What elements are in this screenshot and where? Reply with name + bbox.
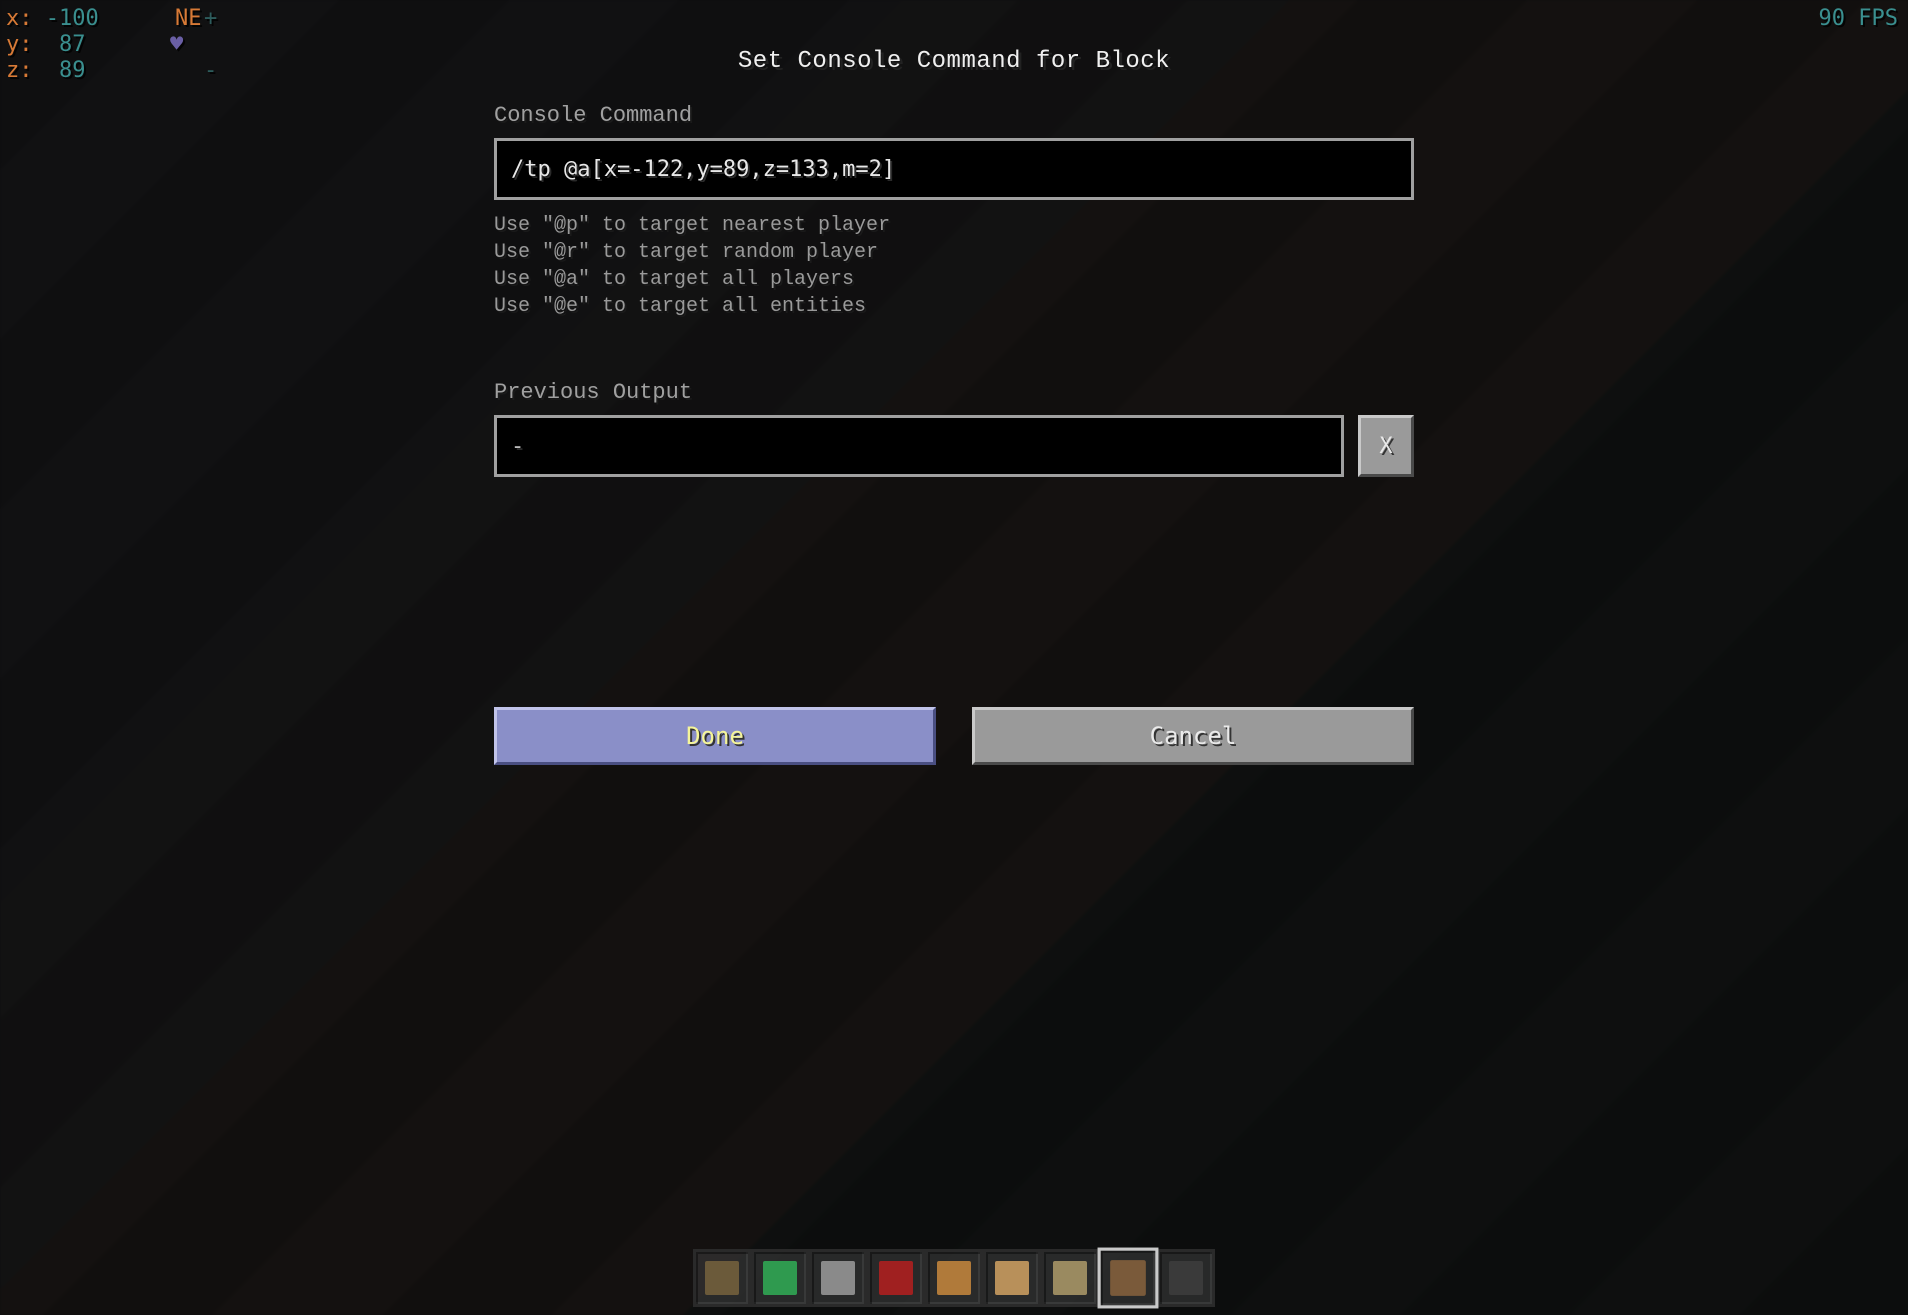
- hotbar-slot-command-block[interactable]: [925, 1249, 983, 1307]
- hotbar-slot-redstone[interactable]: [867, 1249, 925, 1307]
- dialog-title: Set Console Command for Block: [494, 48, 1414, 75]
- command-block-dialog: Set Console Command for Block Console Co…: [494, 48, 1414, 765]
- hud-fps: 90 FPS: [1819, 6, 1898, 32]
- previous-output-field: [494, 415, 1344, 477]
- coord-y-value: 87: [59, 32, 86, 57]
- command-input[interactable]: [494, 138, 1414, 200]
- hotbar-slot-empty[interactable]: [1157, 1249, 1215, 1307]
- coord-x-value: -100: [46, 6, 99, 31]
- hotbar-slot-rail[interactable]: [809, 1249, 867, 1307]
- command-label: Console Command: [494, 103, 1414, 128]
- previous-output-label: Previous Output: [494, 380, 1414, 405]
- emerald-block-icon: [763, 1261, 797, 1295]
- coord-z-label: z:: [6, 58, 33, 83]
- hud-coordinates: x: -100 y: 87 z: 89: [6, 6, 99, 84]
- hotbar-slot-tool[interactable]: [1098, 1248, 1159, 1309]
- hud-minus-icon: -: [204, 58, 217, 84]
- command-block-repeat-icon: [1053, 1261, 1087, 1295]
- toggle-output-button[interactable]: X: [1358, 415, 1414, 477]
- hotbar-slot-grass-block[interactable]: [693, 1249, 751, 1307]
- hint-line: Use "@e" to target all entities: [494, 293, 1414, 320]
- done-button[interactable]: Done: [494, 707, 936, 765]
- heart-icon: ♥: [170, 32, 183, 58]
- empty-icon: [1169, 1261, 1203, 1295]
- hint-line: Use "@r" to target random player: [494, 239, 1414, 266]
- hotbar-slot-emerald-block[interactable]: [751, 1249, 809, 1307]
- hint-line: Use "@a" to target all players: [494, 266, 1414, 293]
- command-block-chain-icon: [995, 1261, 1029, 1295]
- hotbar-slot-command-block-chain[interactable]: [983, 1249, 1041, 1307]
- rail-icon: [821, 1261, 855, 1295]
- hud-plus-icon: +: [204, 6, 217, 32]
- coord-x-label: x:: [6, 6, 33, 31]
- target-selector-hints: Use "@p" to target nearest player Use "@…: [494, 212, 1414, 320]
- grass-block-icon: [705, 1261, 739, 1295]
- hotbar: [693, 1249, 1215, 1307]
- cancel-button[interactable]: Cancel: [972, 707, 1414, 765]
- redstone-icon: [879, 1261, 913, 1295]
- coord-z-value: 89: [59, 58, 86, 83]
- hud-compass: NE: [175, 6, 202, 32]
- tool-icon: [1110, 1260, 1146, 1296]
- command-block-icon: [937, 1261, 971, 1295]
- coord-y-label: y:: [6, 32, 33, 57]
- hotbar-slot-command-block-repeat[interactable]: [1041, 1249, 1099, 1307]
- hint-line: Use "@p" to target nearest player: [494, 212, 1414, 239]
